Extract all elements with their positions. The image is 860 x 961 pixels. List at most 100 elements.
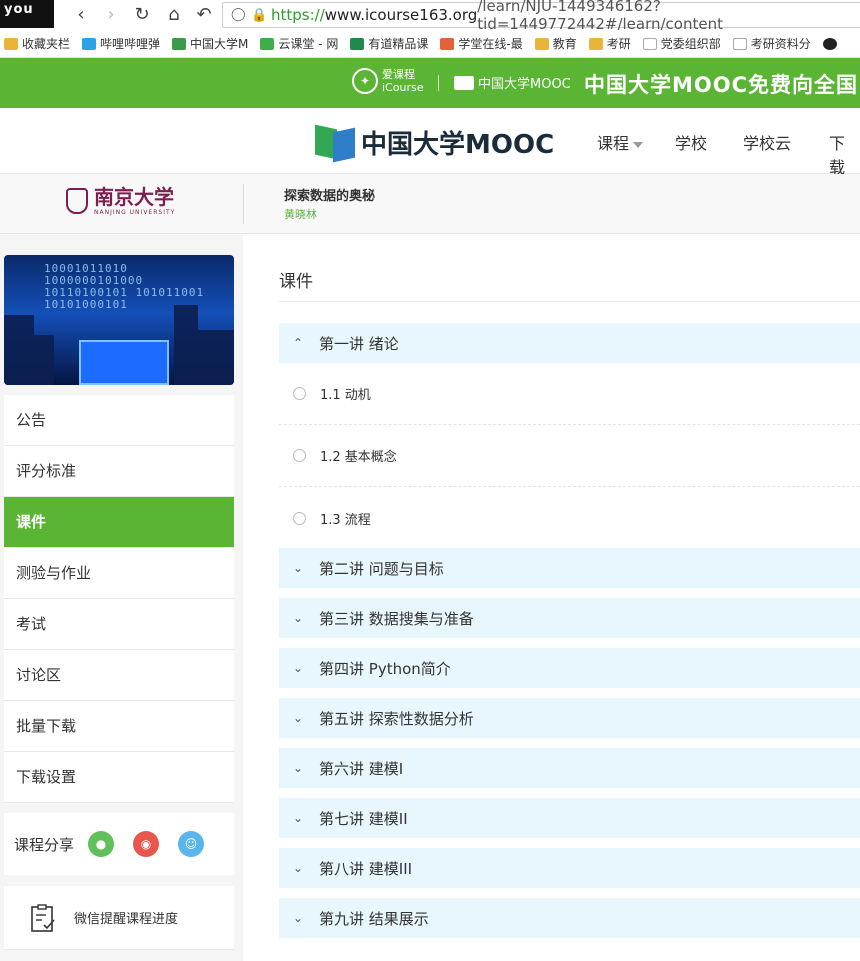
- course-info-bar: 南京大学 NANJING UNIVERSITY 探索数据的奥秘 黄晓林: [0, 174, 860, 234]
- divider: [243, 184, 244, 224]
- chapter-header[interactable]: ⌃ 第一讲 绪论: [279, 323, 860, 363]
- undo-icon[interactable]: ↶: [193, 4, 215, 26]
- mooc-icon: [172, 37, 187, 50]
- shield-icon: ◯: [231, 7, 246, 22]
- sidebar-item-discussion[interactable]: 讨论区: [4, 650, 234, 701]
- promo-banner[interactable]: ✦ 爱课程 iCourse 中国大学MOOC 中国大学MOOC免费向全国: [0, 58, 860, 108]
- chevron-down-icon: ⌄: [293, 811, 304, 825]
- url-path: /learn/NJU-1449346162?tid=1449772442#/le…: [477, 0, 723, 33]
- share-panel: 课程分享 ● ◉ ☺: [4, 813, 234, 875]
- sidebar-item-quizzes[interactable]: 测验与作业: [4, 548, 234, 599]
- bookmark-item[interactable]: 考研: [588, 35, 631, 52]
- qq-icon[interactable]: ☺: [178, 831, 205, 857]
- chapter-header[interactable]: ⌄ 第八讲 建模III: [279, 848, 860, 888]
- wechat-reminder[interactable]: 微信提醒课程进度: [4, 886, 234, 950]
- page-icon: [732, 37, 747, 50]
- bookmark-item[interactable]: 考研资料分: [732, 35, 811, 52]
- bookmark-item[interactable]: 学堂在线-最: [440, 35, 523, 52]
- course-teacher[interactable]: 黄晓林: [284, 206, 317, 222]
- page-icon: [642, 37, 657, 50]
- address-bar[interactable]: ◯ 🔒 https:// www.icourse163.org /learn/N…: [222, 0, 860, 33]
- nav-school-cloud[interactable]: 学校云: [743, 130, 791, 154]
- reload-icon[interactable]: ↻: [131, 4, 153, 26]
- bookmarks-bar: 收藏夹栏 哔哩哔哩弹 中国大学M 云课堂 - 网 有道精品课 学堂在线-最 教育…: [0, 30, 860, 58]
- university-seal-icon: [66, 188, 88, 214]
- weibo-icon[interactable]: ◉: [133, 831, 160, 857]
- bilibili-icon: [82, 37, 97, 50]
- lock-icon: 🔒: [251, 7, 268, 23]
- bookmark-item[interactable]: 党委组织部: [642, 35, 721, 52]
- bookmark-item[interactable]: 哔哩哔哩弹: [82, 35, 160, 52]
- chevron-down-icon: ⌄: [293, 561, 304, 575]
- sidebar-item-grading[interactable]: 评分标准: [4, 446, 234, 497]
- mooc-book-icon: [315, 124, 355, 162]
- progress-circle-icon: [293, 449, 306, 462]
- chevron-down-icon: [633, 141, 644, 148]
- chevron-down-icon: ⌄: [293, 711, 304, 725]
- sidebar-item-download-settings[interactable]: 下载设置: [4, 752, 234, 803]
- monitor-glow: [79, 340, 169, 385]
- bookmark-item[interactable]: 教育: [534, 35, 577, 52]
- course-title[interactable]: 探索数据的奥秘: [284, 185, 375, 204]
- chevron-down-icon: ⌄: [293, 611, 304, 625]
- browser-toolbar: you ‹ › ↻ ⌂ ↶ ◯ 🔒 https:// www.icourse16…: [0, 0, 860, 33]
- progress-circle-icon: [293, 387, 306, 400]
- forward-icon[interactable]: ›: [100, 4, 122, 26]
- lesson-item[interactable]: 1.2 基本概念: [279, 425, 860, 487]
- folder-icon: [588, 37, 603, 50]
- courseware-panel: 课件 ⌃ 第一讲 绪论 1.1 动机 1.2 基本概念 1.3 流程 ⌄ 第二讲…: [244, 235, 860, 961]
- university-logo[interactable]: 南京大学 NANJING UNIVERSITY: [66, 186, 175, 216]
- sidebar-item-courseware[interactable]: 课件: [4, 497, 234, 548]
- sidebar-menu: 公告 评分标准 课件 测验与作业 考试 讨论区 批量下载 下载设置: [4, 395, 234, 803]
- more-icon: [822, 37, 837, 50]
- nav-download[interactable]: 下载: [829, 130, 860, 178]
- sidebar-item-announcement[interactable]: 公告: [4, 395, 234, 446]
- banner-separator: [438, 75, 439, 91]
- lesson-item[interactable]: 1.1 动机: [279, 363, 860, 425]
- clipboard-check-icon: [31, 903, 55, 932]
- xuetang-icon: [440, 37, 455, 50]
- site-header: 中国大学MOOC 课程 学校 学校云 下载: [0, 108, 860, 177]
- chapter-header[interactable]: ⌄ 第九讲 结果展示: [279, 898, 860, 938]
- chevron-down-icon: ⌄: [293, 761, 304, 775]
- bookmark-item[interactable]: 收藏夹栏: [4, 35, 70, 52]
- home-icon[interactable]: ⌂: [163, 4, 185, 26]
- mooc-small-logo: 中国大学MOOC: [454, 73, 571, 92]
- bookmark-item[interactable]: 中国大学M: [172, 35, 248, 52]
- lesson-item[interactable]: 1.3 流程: [279, 487, 860, 549]
- url-host: www.icourse163.org: [324, 6, 478, 24]
- sidebar: 10001011010 1000000101000 10110100101 10…: [0, 235, 243, 961]
- chapter-header[interactable]: ⌄ 第四讲 Python简介: [279, 648, 860, 688]
- folder-icon: [4, 37, 18, 50]
- nav-courses[interactable]: 课程: [597, 130, 644, 154]
- bookmark-item[interactable]: 云课堂 - 网: [260, 35, 338, 52]
- chapter-header[interactable]: ⌄ 第三讲 数据搜集与准备: [279, 598, 860, 638]
- icourse-icon: ✦: [352, 68, 378, 94]
- nav-schools[interactable]: 学校: [675, 130, 707, 154]
- chapter-header[interactable]: ⌄ 第六讲 建模I: [279, 748, 860, 788]
- icourse-logo: ✦ 爱课程 iCourse: [352, 68, 423, 94]
- chapter-header[interactable]: ⌄ 第五讲 探索性数据分析: [279, 698, 860, 738]
- back-icon[interactable]: ‹: [70, 4, 92, 26]
- tab-thumbnail[interactable]: you: [0, 0, 54, 28]
- wechat-icon[interactable]: ●: [88, 831, 115, 857]
- sidebar-item-exam[interactable]: 考试: [4, 599, 234, 650]
- chevron-down-icon: ⌄: [293, 861, 304, 875]
- sidebar-item-batch-download[interactable]: 批量下载: [4, 701, 234, 752]
- youdao-icon: [350, 37, 365, 50]
- chevron-up-icon: ⌃: [293, 336, 304, 350]
- share-label: 课程分享: [14, 835, 75, 854]
- chevron-down-icon: ⌄: [293, 661, 304, 675]
- chapter-header[interactable]: ⌄ 第七讲 建模II: [279, 798, 860, 838]
- chapter-header[interactable]: ⌄ 第二讲 问题与目标: [279, 548, 860, 588]
- netease-cloud-class-icon: [260, 37, 275, 50]
- bookmark-item[interactable]: 有道精品课: [350, 35, 428, 52]
- bookmark-item[interactable]: [822, 37, 841, 50]
- mooc-logo[interactable]: 中国大学MOOC: [315, 124, 554, 162]
- url-scheme: https://: [271, 6, 325, 24]
- book-icon: [454, 75, 474, 90]
- divider: [279, 301, 860, 302]
- progress-circle-icon: [293, 511, 306, 525]
- folder-icon: [534, 37, 549, 50]
- banner-title: 中国大学MOOC免费向全国: [584, 73, 859, 97]
